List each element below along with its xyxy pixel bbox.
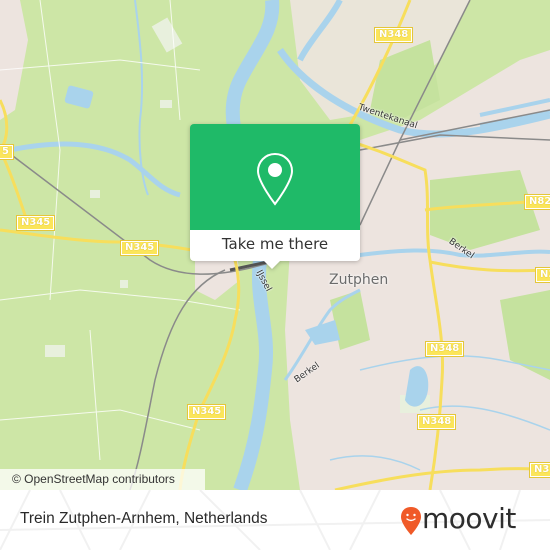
road-label-n345: N345 [186, 404, 227, 420]
take-me-there-button[interactable]: Take me there [190, 230, 360, 261]
moovit-pin-icon [401, 507, 421, 535]
map[interactable]: N348 5 N345 N345 N345 N826 N3 N348 N348 … [0, 0, 550, 490]
road-label-n348: N348 [373, 27, 414, 43]
road-label-n348-edge: N3 [534, 267, 550, 283]
road-label-n345-edge: 5 [0, 144, 14, 160]
location-popup: Take me there [190, 124, 360, 269]
map-attribution[interactable]: © OpenStreetMap contributors [0, 469, 205, 490]
road-label-n3: N3 [528, 462, 550, 478]
road-label-n826: N826 [523, 194, 550, 210]
popup-header [190, 124, 360, 230]
moovit-logo[interactable]: moovit [398, 500, 538, 540]
place-name: Trein Zutphen-Arnhem, Netherlands [20, 510, 268, 527]
road-label-n348: N348 [416, 414, 457, 430]
road-label-n345: N345 [119, 240, 160, 256]
moovit-wordmark: moovit [422, 502, 516, 535]
footer: Trein Zutphen-Arnhem, Netherlands moovit [0, 490, 550, 550]
popup-pointer [263, 260, 281, 269]
road-label-n345: N345 [15, 215, 56, 231]
urban-area-northwest [0, 0, 28, 120]
stream-west [9, 141, 181, 198]
location-pin-icon [256, 152, 294, 206]
city-label-zutphen: Zutphen [329, 272, 389, 288]
lake [64, 85, 94, 109]
road-label-n348: N348 [424, 341, 465, 357]
